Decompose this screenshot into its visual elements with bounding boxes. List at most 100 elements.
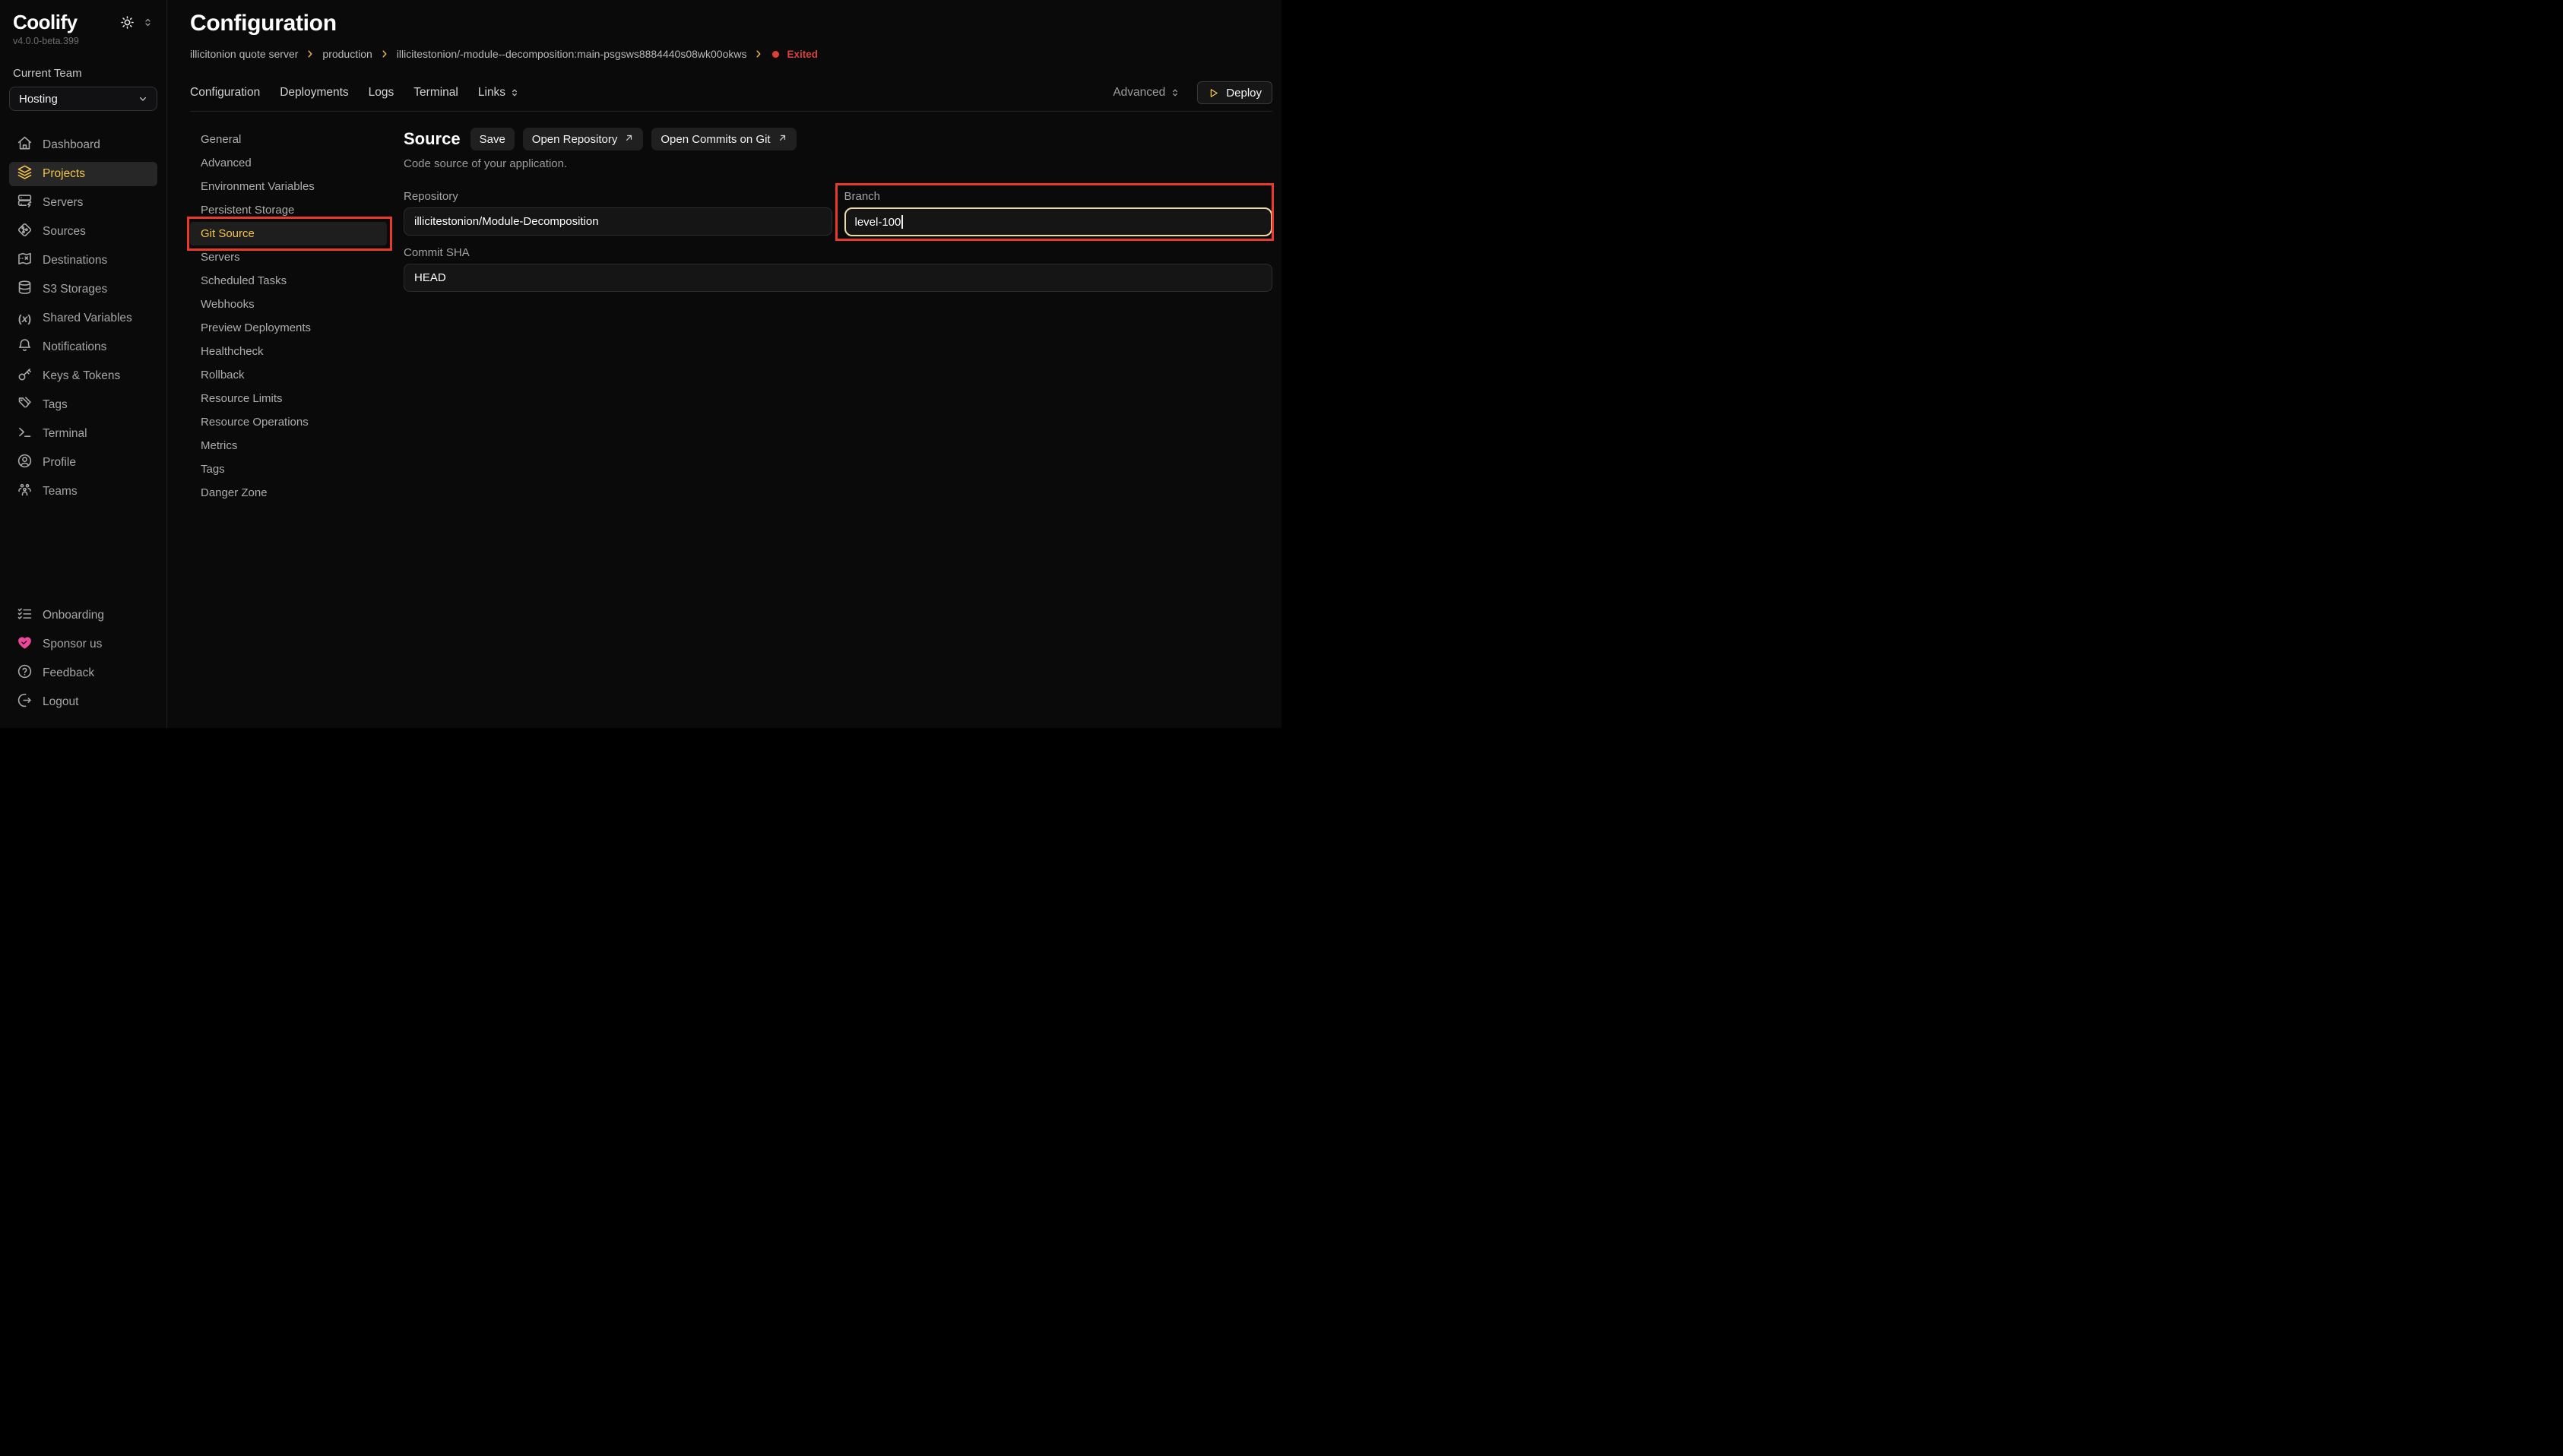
sidebar-nav: Dashboard Projects Servers Sources Desti… — [9, 133, 157, 508]
branch-label: Branch — [844, 190, 1273, 203]
subnav-item-healthcheck[interactable]: Healthcheck — [190, 340, 387, 363]
sidebar-item-label: Servers — [43, 196, 83, 210]
chevrons-up-down-icon — [509, 87, 520, 98]
page-title: Configuration — [190, 11, 1272, 36]
theme-select-chevrons-icon[interactable] — [142, 17, 154, 28]
git-source-panel: Source Save Open Repository Open Commits… — [404, 128, 1272, 505]
subnav-item-tags[interactable]: Tags — [190, 457, 387, 481]
sidebar-item-projects[interactable]: Projects — [9, 162, 157, 186]
log-out-icon — [17, 692, 33, 712]
theme-toggle-sun-icon[interactable] — [120, 15, 135, 30]
tags-icon — [17, 395, 33, 415]
sidebar-item-notifications[interactable]: Notifications — [9, 335, 157, 359]
coolify-app: Coolify v4.0.0-beta.399 Current Team Hos… — [0, 0, 1282, 728]
breadcrumb-application[interactable]: illicitestonion/-module--decomposition:m… — [397, 48, 747, 60]
sidebar-item-label: Sources — [43, 225, 86, 239]
subnav-item-general[interactable]: General — [190, 128, 387, 151]
sidebar-item-label: Logout — [43, 695, 78, 709]
advanced-label: Advanced — [1113, 86, 1165, 100]
status-dot-icon — [771, 49, 781, 59]
subnav-item-danger-zone[interactable]: Danger Zone — [190, 481, 387, 505]
sidebar-item-dashboard[interactable]: Dashboard — [9, 133, 157, 157]
commit-sha-input[interactable] — [404, 264, 1272, 292]
sidebar-item-label: Teams — [43, 485, 78, 499]
repository-field: Repository — [404, 190, 832, 236]
variable-icon: (x) — [17, 312, 33, 324]
sidebar-item-label: Destinations — [43, 254, 107, 267]
tab-deployments[interactable]: Deployments — [280, 86, 348, 100]
sidebar-item-sources[interactable]: Sources — [9, 220, 157, 244]
tab-configuration[interactable]: Configuration — [190, 86, 260, 100]
sidebar-item-keys-tokens[interactable]: Keys & Tokens — [9, 364, 157, 388]
advanced-menu[interactable]: Advanced — [1113, 86, 1180, 100]
subnav-item-servers[interactable]: Servers — [190, 245, 387, 269]
chevron-right-icon — [305, 49, 315, 59]
breadcrumb-environment[interactable]: production — [322, 48, 372, 60]
subnav-item-preview-deployments[interactable]: Preview Deployments — [190, 316, 387, 340]
deploy-label: Deploy — [1226, 87, 1262, 100]
tabbar-divider — [190, 111, 1272, 112]
status-badge: Exited — [771, 49, 818, 60]
tab-bar: Configuration Deployments Logs Terminal … — [190, 81, 1272, 104]
play-icon — [1208, 87, 1219, 99]
open-commits-label: Open Commits on Git — [661, 133, 770, 146]
subnav-item-metrics[interactable]: Metrics — [190, 434, 387, 457]
branch-value: level-100 — [855, 216, 901, 229]
status-label: Exited — [787, 49, 818, 60]
server-icon — [17, 193, 33, 213]
subnav-item-resource-limits[interactable]: Resource Limits — [190, 387, 387, 410]
list-checks-icon — [17, 606, 33, 625]
sidebar-item-terminal[interactable]: Terminal — [9, 422, 157, 446]
sidebar-item-destinations[interactable]: Destinations — [9, 248, 157, 273]
sidebar-item-label: Feedback — [43, 666, 94, 680]
subnav-item-webhooks[interactable]: Webhooks — [190, 293, 387, 316]
sidebar-item-onboarding[interactable]: Onboarding — [9, 603, 157, 628]
sidebar-item-sponsor-us[interactable]: Sponsor us — [9, 632, 157, 657]
subnav-item-scheduled-tasks[interactable]: Scheduled Tasks — [190, 269, 387, 293]
chevron-right-icon — [753, 49, 764, 59]
sidebar-item-label: Notifications — [43, 340, 106, 354]
deploy-button[interactable]: Deploy — [1197, 81, 1272, 104]
branch-input[interactable]: level-100 — [844, 207, 1273, 236]
subnav-item-environment-variables[interactable]: Environment Variables — [190, 175, 387, 198]
subnav-item-advanced[interactable]: Advanced — [190, 151, 387, 175]
heart-hands-icon — [17, 635, 33, 654]
open-commits-button[interactable]: Open Commits on Git — [651, 128, 796, 150]
sidebar-bottom-nav: Onboarding Sponsor us Feedback Logout — [9, 603, 157, 719]
subnav-item-rollback[interactable]: Rollback — [190, 363, 387, 387]
sidebar-item-profile[interactable]: Profile — [9, 451, 157, 475]
sidebar-item-teams[interactable]: Teams — [9, 480, 157, 504]
sidebar-item-s3-storages[interactable]: S3 Storages — [9, 277, 157, 302]
configuration-content: General Advanced Environment Variables P… — [190, 128, 1272, 505]
sidebar-item-label: Onboarding — [43, 609, 104, 622]
tab-logs[interactable]: Logs — [369, 86, 394, 100]
configuration-subnav: General Advanced Environment Variables P… — [190, 128, 387, 505]
map-icon — [17, 251, 33, 271]
subnav-item-persistent-storage[interactable]: Persistent Storage — [190, 198, 387, 222]
sidebar-item-logout[interactable]: Logout — [9, 690, 157, 714]
source-form: Repository Branch level-100 Commit SHA — [404, 190, 1272, 292]
sidebar-item-servers[interactable]: Servers — [9, 191, 157, 215]
open-repository-label: Open Repository — [532, 133, 618, 146]
team-select[interactable]: Hosting — [9, 87, 157, 111]
sidebar-item-label: Shared Variables — [43, 312, 132, 325]
bell-icon — [17, 337, 33, 357]
sidebar-item-label: Projects — [43, 167, 85, 181]
sidebar-item-feedback[interactable]: Feedback — [9, 661, 157, 685]
commit-sha-label: Commit SHA — [404, 246, 1272, 259]
terminal-icon — [17, 424, 33, 444]
sidebar-item-shared-variables[interactable]: (x) Shared Variables — [9, 306, 157, 331]
subnav-item-resource-operations[interactable]: Resource Operations — [190, 410, 387, 434]
breadcrumb-project[interactable]: illicitonion quote server — [190, 48, 298, 60]
open-repository-button[interactable]: Open Repository — [523, 128, 644, 150]
tab-terminal[interactable]: Terminal — [413, 86, 458, 100]
chevrons-up-down-icon — [1170, 87, 1180, 98]
subnav-item-git-source[interactable]: Git Source — [190, 222, 387, 245]
sidebar-item-tags[interactable]: Tags — [9, 393, 157, 417]
sidebar-item-label: Sponsor us — [43, 638, 102, 651]
sidebar-item-label: Dashboard — [43, 138, 100, 152]
tab-links[interactable]: Links — [478, 86, 520, 100]
repository-input[interactable] — [404, 207, 832, 236]
save-button[interactable]: Save — [470, 128, 515, 150]
tab-links-label: Links — [478, 86, 505, 100]
